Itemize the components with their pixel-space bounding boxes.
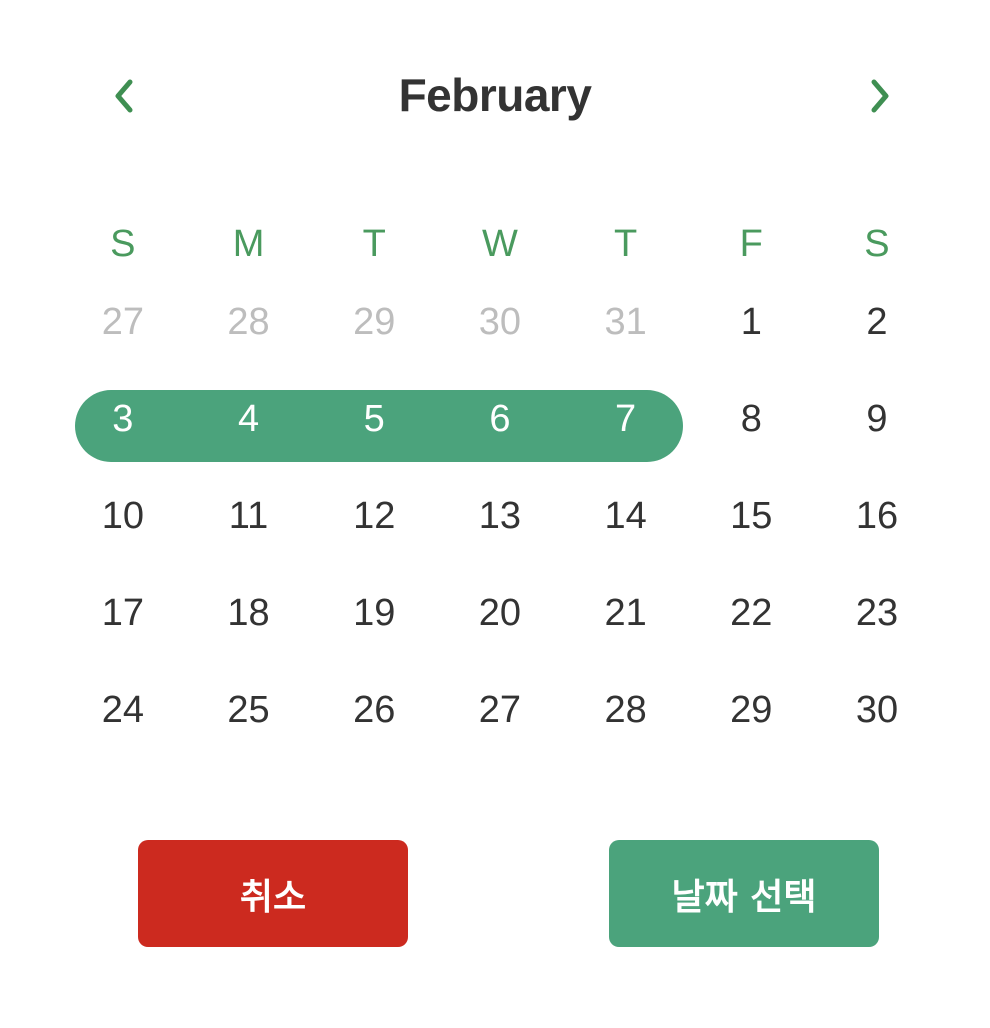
day-cell[interactable]: 27 — [437, 662, 563, 759]
day-cell[interactable]: 9 — [814, 371, 940, 468]
day-cell[interactable]: 23 — [814, 565, 940, 662]
next-month-button[interactable] — [858, 74, 902, 118]
weekday-label: W — [481, 222, 518, 265]
day-cell[interactable]: 30 — [814, 662, 940, 759]
day-cell[interactable]: 8 — [688, 371, 814, 468]
day-cell[interactable]: 14 — [563, 468, 689, 565]
week-row: 24 25 26 27 28 29 30 — [60, 662, 940, 759]
day-cell[interactable]: 6 — [437, 371, 563, 468]
weekday-label: F — [739, 222, 763, 265]
action-bar: 취소 날짜 선택 — [0, 840, 990, 948]
day-cell[interactable]: 30 — [437, 274, 563, 371]
month-title: February — [398, 69, 592, 121]
day-cell[interactable]: 28 — [186, 274, 312, 371]
cancel-button[interactable]: 취소 — [138, 840, 408, 947]
day-cell[interactable]: 29 — [688, 662, 814, 759]
week-row: 17 18 19 20 21 22 23 — [60, 565, 940, 662]
day-cell[interactable]: 1 — [688, 274, 814, 371]
weekday-label: S — [110, 222, 136, 265]
day-cell[interactable]: 2 — [814, 274, 940, 371]
day-cell[interactable]: 18 — [186, 565, 312, 662]
weekday-label: M — [232, 222, 265, 265]
day-cell[interactable]: 29 — [311, 274, 437, 371]
day-cell[interactable]: 4 — [186, 371, 312, 468]
calendar-header: February — [0, 60, 990, 140]
day-cell[interactable]: 26 — [311, 662, 437, 759]
day-cell[interactable]: 10 — [60, 468, 186, 565]
chevron-right-icon — [871, 79, 889, 113]
day-cell[interactable]: 12 — [311, 468, 437, 565]
day-cell[interactable]: 25 — [186, 662, 312, 759]
day-cell[interactable]: 7 — [563, 371, 689, 468]
weekday-label: T — [613, 222, 638, 265]
select-date-button[interactable]: 날짜 선택 — [609, 840, 879, 947]
day-cell[interactable]: 15 — [688, 468, 814, 565]
day-cell[interactable]: 24 — [60, 662, 186, 759]
week-row: 3 4 5 6 7 8 9 — [60, 371, 940, 468]
day-cell[interactable]: 13 — [437, 468, 563, 565]
date-range-picker: February S M T W T F S 27 28 29 30 31 1 … — [0, 0, 990, 1028]
week-row: 10 11 12 13 14 15 16 — [60, 468, 940, 565]
day-cell[interactable]: 22 — [688, 565, 814, 662]
day-cell[interactable]: 16 — [814, 468, 940, 565]
day-cell[interactable]: 17 — [60, 565, 186, 662]
week-row: 27 28 29 30 31 1 2 — [60, 274, 940, 371]
day-cell[interactable]: 20 — [437, 565, 563, 662]
day-cell[interactable]: 21 — [563, 565, 689, 662]
weekday-label: T — [362, 222, 386, 265]
day-cell[interactable]: 5 — [311, 371, 437, 468]
day-cell[interactable]: 11 — [186, 468, 312, 565]
day-cell[interactable]: 3 — [60, 371, 186, 468]
day-cell[interactable]: 19 — [311, 565, 437, 662]
weekday-header-row: S M T W T F S — [60, 214, 940, 274]
weekday-label: S — [864, 222, 890, 265]
calendar-grid: S M T W T F S 27 28 29 30 31 1 2 3 4 5 6… — [60, 214, 940, 759]
day-cell[interactable]: 28 — [563, 662, 689, 759]
day-cell[interactable]: 27 — [60, 274, 186, 371]
day-cell[interactable]: 31 — [563, 274, 689, 371]
